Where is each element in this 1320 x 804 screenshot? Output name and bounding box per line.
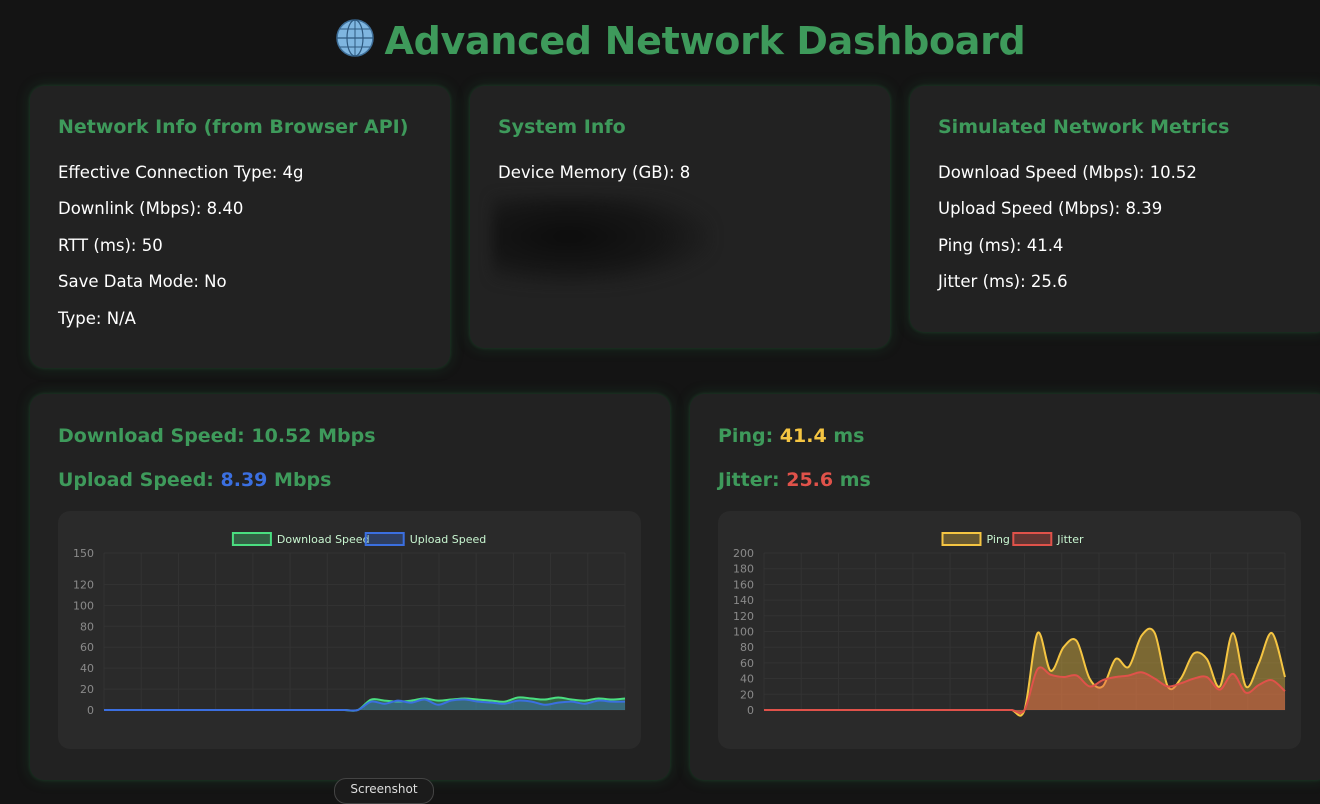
y-tick-label: 150 (73, 547, 94, 560)
y-tick-label: 140 (733, 594, 754, 607)
screenshot-button[interactable]: Screenshot (334, 778, 434, 804)
legend-label: Jitter (1056, 533, 1084, 546)
speed-chart: 0 20 40 60 80 100 120 150 Download Speed Upload S… (58, 511, 641, 749)
title-text: Advanced Network Dashboard (384, 19, 1026, 63)
speed-panel: Download Speed: 10.52 Mbps Upload Speed:… (30, 394, 670, 780)
y-tick-label: 20 (740, 688, 754, 701)
ping-unit: ms (833, 425, 865, 447)
simulated-row: Ping (ms): 41.4 (938, 236, 1064, 255)
y-tick-label: 180 (733, 563, 754, 576)
network-info-card: Network Info (from Browser API) Effectiv… (30, 86, 450, 368)
y-tick-label: 60 (740, 657, 754, 670)
upload-value: 8.39 (220, 469, 268, 491)
latency-chart: 0 20 40 60 80 100 120 140 160 180 200 Ping Jitter (718, 511, 1301, 749)
legend-label: Upload Speed (410, 533, 487, 546)
simulated-row: Jitter (ms): 25.6 (938, 272, 1068, 291)
download-value: 10.52 (251, 425, 312, 447)
y-tick-label: 120 (733, 610, 754, 623)
upload-speed-line: Upload Speed: 8.39 Mbps (58, 469, 331, 491)
redacted-area (492, 196, 712, 286)
download-label: Download Speed: (58, 425, 245, 447)
system-info-row: Device Memory (GB): 8 (498, 163, 691, 182)
y-tick-label: 40 (740, 673, 754, 686)
y-tick-label: 200 (733, 547, 754, 560)
legend-swatch (941, 532, 982, 546)
legend-label: Ping (987, 533, 1010, 546)
upload-label: Upload Speed: (58, 469, 214, 491)
y-tick-label: 100 (733, 626, 754, 639)
globe-icon (335, 18, 375, 67)
system-info-card: System Info Device Memory (GB): 8 (470, 86, 890, 348)
network-info-title: Network Info (from Browser API) (58, 116, 409, 138)
jitter-label: Jitter: (718, 469, 780, 491)
latency-panel: Ping: 41.4 ms Jitter: 25.6 ms 0 20 40 60 80 1… (690, 394, 1320, 780)
system-info-title: System Info (498, 116, 626, 138)
y-tick-label: 100 (73, 599, 94, 612)
upload-unit: Mbps (274, 469, 332, 491)
simulated-metrics-title: Simulated Network Metrics (938, 116, 1230, 138)
legend-label: Download Speed (277, 533, 370, 546)
y-tick-label: 80 (80, 620, 94, 633)
network-info-row: Type: N/A (58, 309, 136, 328)
jitter-unit: ms (839, 469, 871, 491)
simulated-metrics-card: Simulated Network Metrics Download Speed… (910, 86, 1320, 332)
legend-swatch (1012, 532, 1053, 546)
latency-chart-svg: 0 20 40 60 80 100 120 140 160 180 200 Ping Jitter (733, 532, 1286, 717)
y-tick-label: 0 (747, 704, 754, 717)
y-tick-label: 160 (733, 578, 754, 591)
speed-chart-svg: 0 20 40 60 80 100 120 150 Download Speed Upload S… (73, 532, 626, 717)
legend-swatch (231, 532, 272, 546)
jitter-line: Jitter: 25.6 ms (718, 469, 871, 491)
ping-value: 41.4 (779, 425, 827, 447)
download-speed-line: Download Speed: 10.52 Mbps (58, 425, 376, 447)
legend-swatch (364, 532, 405, 546)
network-info-row: Effective Connection Type: 4g (58, 163, 304, 182)
ping-label: Ping: (718, 425, 774, 447)
y-tick-label: 60 (80, 641, 94, 654)
download-unit: Mbps (318, 425, 376, 447)
y-tick-label: 80 (740, 641, 754, 654)
simulated-row: Upload Speed (Mbps): 8.39 (938, 199, 1163, 218)
y-tick-label: 0 (87, 704, 94, 717)
y-tick-label: 20 (80, 683, 94, 696)
y-tick-label: 120 (73, 578, 94, 591)
y-tick-label: 40 (80, 662, 94, 675)
network-info-row: RTT (ms): 50 (58, 236, 163, 255)
network-info-row: Save Data Mode: No (58, 272, 227, 291)
jitter-value: 25.6 (786, 469, 834, 491)
page-title: Advanced Network Dashboard (0, 18, 1320, 67)
simulated-row: Download Speed (Mbps): 10.52 (938, 163, 1197, 182)
ping-line: Ping: 41.4 ms (718, 425, 864, 447)
network-info-row: Downlink (Mbps): 8.40 (58, 199, 244, 218)
